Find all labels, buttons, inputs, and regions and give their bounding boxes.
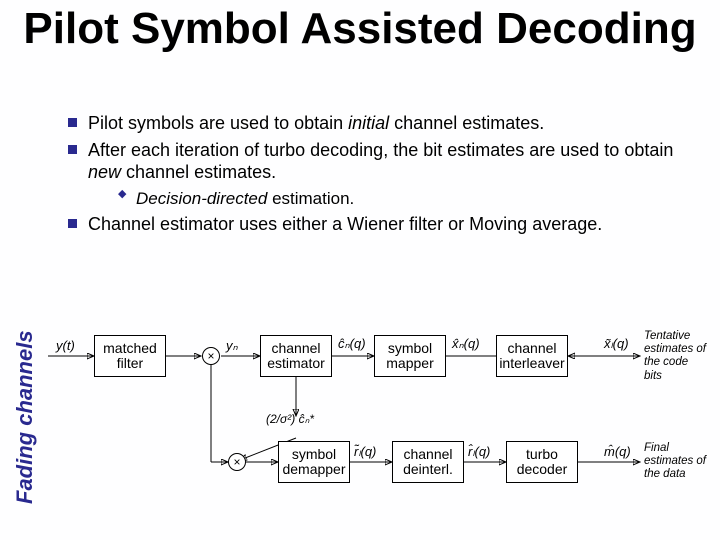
- block-symbol-demapper: symbol demapper: [278, 441, 350, 483]
- bullet-1-em: initial: [348, 113, 389, 133]
- sidebar-label: Fading channels: [12, 330, 38, 504]
- multiplier-bottom: ×: [228, 453, 246, 471]
- bullet-1-text-a: Pilot symbols are used to obtain: [88, 113, 348, 133]
- sub-bullet-1-b: estimation.: [267, 189, 354, 208]
- caption-top-right: Tentative estimates of the code bits: [644, 330, 706, 383]
- sub-bullet-1: Decision-directed estimation.: [118, 188, 704, 209]
- signal-x-tilde: x̃ₗ(q): [604, 336, 629, 352]
- slide-title: Pilot Symbol Assisted Decoding: [0, 6, 720, 52]
- bullet-3: Channel estimator uses either a Wiener f…: [66, 213, 704, 236]
- block-matched-filter: matched filter: [94, 335, 166, 377]
- multiplier-top-glyph: ×: [207, 349, 214, 363]
- multiplier-top: ×: [202, 347, 220, 365]
- bullet-list: Pilot symbols are used to obtain initial…: [66, 112, 704, 235]
- signal-r-hat: r̂ₗ(q): [468, 444, 490, 460]
- signal-x-hat-top: x̂ₙ(q): [452, 336, 480, 352]
- bullet-2-em: new: [88, 162, 121, 182]
- block-channel-interleaver: channel interleaver: [496, 335, 568, 377]
- block-symbol-demapper-label: symbol demapper: [282, 447, 345, 478]
- signal-m-hat: m̂(q): [604, 444, 631, 459]
- bullet-2-text-a: After each iteration of turbo decoding, …: [88, 140, 673, 160]
- body-content: Pilot symbols are used to obtain initial…: [66, 112, 704, 239]
- sub-bullet-1-em: Decision-directed: [136, 189, 267, 208]
- bullet-1: Pilot symbols are used to obtain initial…: [66, 112, 704, 135]
- block-channel-deinterl: channel deinterl.: [392, 441, 464, 483]
- block-turbo-decoder-label: turbo decoder: [517, 447, 568, 478]
- caption-bottom-right: Final estimates of the data: [644, 442, 706, 482]
- signal-conj-scale: (2/σ²) ĉₙ*: [266, 412, 314, 426]
- block-channel-interleaver-label: channel interleaver: [499, 341, 564, 372]
- signal-y-n: yₙ: [226, 338, 238, 354]
- signal-y-t: y(t): [56, 338, 75, 353]
- multiplier-bottom-glyph: ×: [233, 455, 240, 469]
- block-channel-estimator-label: channel estimator: [267, 341, 325, 372]
- bullet-2-text-b: channel estimates.: [121, 162, 276, 182]
- signal-r-tilde: r̃ₗ(q): [354, 444, 376, 460]
- bullet-2: After each iteration of turbo decoding, …: [66, 139, 704, 209]
- block-symbol-mapper-label: symbol mapper: [386, 341, 433, 372]
- block-turbo-decoder: turbo decoder: [506, 441, 578, 483]
- bullet-1-text-b: channel estimates.: [389, 113, 544, 133]
- sub-bullet-list: Decision-directed estimation.: [88, 188, 704, 209]
- block-symbol-mapper: symbol mapper: [374, 335, 446, 377]
- slide-root: Pilot Symbol Assisted Decoding Fading ch…: [0, 0, 720, 540]
- sidebar: Fading channels: [6, 130, 42, 520]
- signal-c-hat: ĉₙ(q): [338, 336, 366, 352]
- block-matched-filter-label: matched filter: [103, 341, 157, 372]
- block-channel-estimator: channel estimator: [260, 335, 332, 377]
- block-channel-deinterl-label: channel deinterl.: [403, 447, 453, 478]
- block-diagram: matched filter × channel estimator symbo…: [48, 320, 708, 530]
